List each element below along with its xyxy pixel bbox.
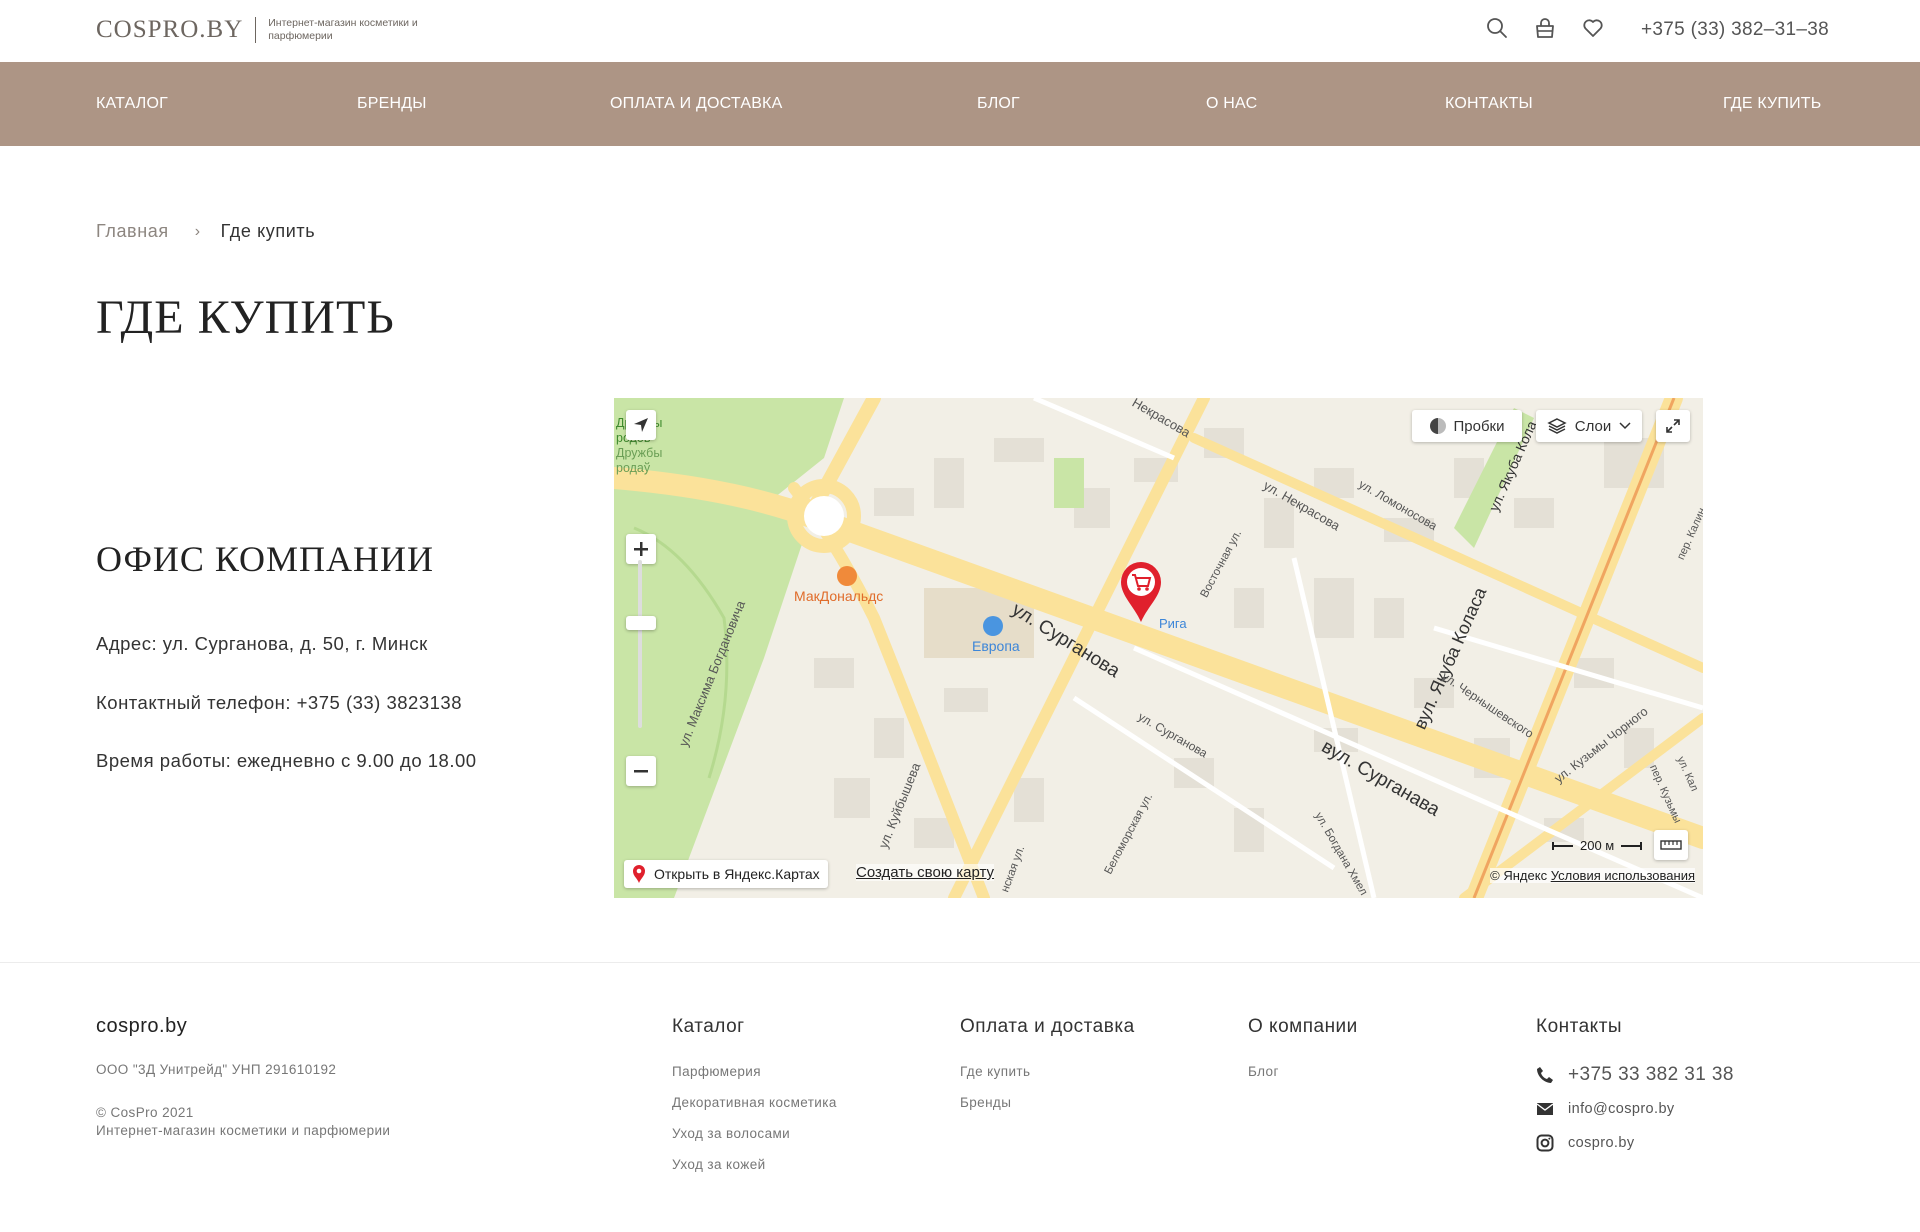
map-background [614,398,1703,898]
ruler-button[interactable] [1654,830,1688,860]
instagram-icon [1536,1134,1554,1152]
yandex-map[interactable]: ДружбыродовДружбыродаў МакДональдс Европ… [614,398,1703,898]
footer-email-text[interactable]: info@cospro.by [1568,1101,1675,1117]
nav-item-catalog[interactable]: КАТАЛОГ [96,95,168,113]
map-poi-evropa[interactable]: Европа [972,638,1020,654]
footer-link-decorative[interactable]: Декоративная косметика [672,1095,837,1110]
footer-link-skin-care[interactable]: Уход за кожей [672,1157,766,1172]
phone-icon [1536,1066,1554,1084]
ruler-icon [1660,840,1682,850]
scale-left-icon [1552,841,1574,851]
minus-icon [633,763,649,779]
logo-tagline: Интернет-магазин косметики и парфюмерии [268,17,428,43]
footer-brand[interactable]: cospro.by [96,1015,187,1038]
office-phone: Контактный телефон: +375 (33) 3823138 [96,692,462,714]
footer-contact-instagram[interactable]: cospro.by [1536,1134,1634,1152]
location-pin-icon [632,864,646,884]
zoom-out-button[interactable] [626,756,656,786]
yandex-copyright: © Яндекс [1490,868,1547,883]
breadcrumb-current: Где купить [221,221,316,242]
traffic-icon [1430,418,1446,434]
footer-contact-email[interactable]: info@cospro.by [1536,1100,1675,1118]
plus-icon [633,541,649,557]
breadcrumb: Главная › Где купить [96,221,315,242]
navigation-arrow-icon [632,416,650,434]
nav-item-where-to-buy[interactable]: ГДЕ КУПИТЬ [1723,95,1821,113]
fullscreen-button[interactable] [1656,410,1690,442]
breadcrumb-separator: › [195,223,201,241]
footer-link-brands[interactable]: Бренды [960,1095,1011,1110]
nav-item-brands[interactable]: БРЕНДЫ [357,95,427,113]
footer-contact-phone[interactable]: +375 33 382 31 38 [1536,1064,1734,1086]
nav-item-blog[interactable]: БЛОГ [977,95,1020,113]
footer-link-hair-care[interactable]: Уход за волосами [672,1126,790,1141]
logo[interactable]: COSPRO.BY Интернет-магазин косметики и п… [96,16,428,44]
geolocation-button[interactable] [626,410,656,440]
logo-divider [255,17,256,43]
footer-link-perfume[interactable]: Парфюмерия [672,1064,761,1079]
office-address: Адрес: ул. Сурганова, д. 50, г. Минск [96,633,428,655]
nav-item-contacts[interactable]: КОНТАКТЫ [1445,95,1533,113]
restaurant-icon[interactable] [837,566,857,586]
shop-icon[interactable] [983,616,1003,636]
page-title: ГДЕ КУПИТЬ [96,290,395,345]
office-title: ОФИС КОМПАНИИ [96,538,434,580]
footer-about-title: О компании [1248,1016,1358,1038]
footer-instagram-text[interactable]: cospro.by [1568,1135,1634,1151]
nav-item-about[interactable]: О НАС [1206,95,1257,113]
open-in-yandex-maps-label: Открыть в Яндекс.Картах [654,866,820,882]
map-copyright: © Яндекс Условия использования [1490,868,1695,883]
traffic-button[interactable]: Пробки [1412,410,1522,442]
footer-copyright: © CosPro 2021 [96,1105,194,1120]
logo-text[interactable]: COSPRO.BY [96,16,243,44]
heart-icon[interactable] [1582,17,1604,39]
map-poi-mcdonalds[interactable]: МакДональдс [794,588,883,604]
terms-of-use-link[interactable]: Условия использования [1551,868,1695,883]
header-icons [1486,17,1604,39]
footer-contacts-title: Контакты [1536,1016,1622,1038]
layers-button[interactable]: Слои [1536,410,1642,442]
footer-link-blog[interactable]: Блог [1248,1064,1279,1079]
breadcrumb-home[interactable]: Главная [96,221,169,242]
map-scale: 200 м [1552,838,1642,853]
main-nav: КАТАЛОГ БРЕНДЫ ОПЛАТА И ДОСТАВКА БЛОГ О … [0,62,1920,146]
footer-catalog-title: Каталог [672,1016,745,1038]
footer-delivery-title: Оплата и доставка [960,1016,1135,1038]
create-map-link[interactable]: Создать свою карту [856,864,994,881]
footer-description: Интернет-магазин косметики и парфюмерии [96,1123,390,1138]
layers-icon [1547,417,1567,435]
header: COSPRO.BY Интернет-магазин косметики и п… [0,0,1920,62]
bag-icon[interactable] [1534,17,1556,39]
footer-company: ООО "3Д Унитрейд" УНП 291610192 [96,1062,336,1077]
map-marker-icon[interactable] [1118,560,1164,629]
zoom-slider-track[interactable] [638,560,642,728]
traffic-label: Пробки [1454,418,1505,435]
search-icon[interactable] [1486,17,1508,39]
header-phone[interactable]: +375 (33) 382–31–38 [1641,19,1829,41]
nav-item-delivery[interactable]: ОПЛАТА И ДОСТАВКА [610,95,782,113]
mail-icon [1536,1100,1554,1118]
layers-label: Слои [1575,418,1611,435]
footer-phone-text[interactable]: +375 33 382 31 38 [1568,1064,1734,1086]
footer-link-where-to-buy[interactable]: Где купить [960,1064,1030,1079]
scale-right-icon [1620,841,1642,851]
footer-divider [0,962,1920,963]
open-in-yandex-maps-button[interactable]: Открыть в Яндекс.Картах [624,860,828,888]
map-scale-label: 200 м [1580,838,1614,853]
expand-icon [1665,418,1681,434]
zoom-slider-handle[interactable] [626,616,656,630]
office-hours: Время работы: ежедневно с 9.00 до 18.00 [96,750,477,772]
chevron-down-icon [1619,422,1631,430]
